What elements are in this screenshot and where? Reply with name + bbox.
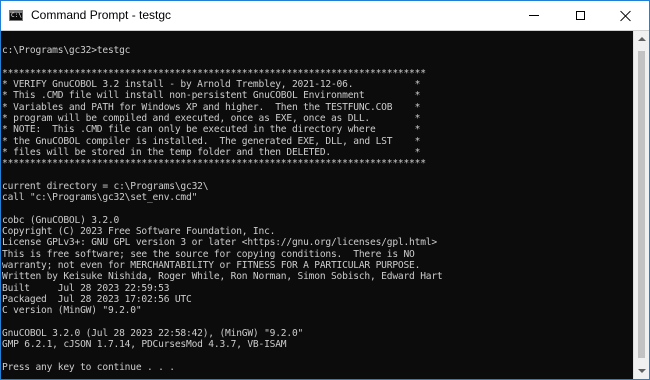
console-line: current directory = c:\Programs\gc32\ <box>2 180 209 192</box>
console-line: Copyright (C) 2023 Free Software Foundat… <box>2 226 276 238</box>
console-line: * the GnuCOBOL compiler is installed. Th… <box>2 135 421 147</box>
console-line: warranty; not even for MERCHANTABILITY o… <box>2 259 421 271</box>
close-icon <box>620 10 632 22</box>
close-button[interactable] <box>603 1 649 30</box>
minimize-icon <box>529 15 539 16</box>
console-line: * This .CMD file will install non-persis… <box>2 90 421 102</box>
console-line: call "c:\Programs\gc32\set_env.cmd" <box>2 192 198 204</box>
minimize-button[interactable] <box>511 1 557 30</box>
console-line: cobc (GnuCOBOL) 3.2.0 <box>2 214 120 226</box>
console-line: * program will be compiled and executed,… <box>2 113 421 125</box>
vertical-scrollbar[interactable] <box>633 31 649 379</box>
console-output[interactable]: c:\Programs\gc32>testgc *****************… <box>1 31 633 379</box>
console-line: Press any key to continue . . . <box>2 361 175 373</box>
console-line: * Variables and PATH for Windows XP and … <box>2 101 421 113</box>
console-line: C version (MinGW) "9.2.0" <box>2 305 142 317</box>
console-line: ****************************************… <box>2 67 426 79</box>
scroll-thumb[interactable] <box>638 51 645 358</box>
console-line: Packaged Jul 28 2023 17:02:56 UTC <box>2 293 192 305</box>
console-line: GnuCOBOL 3.2.0 (Jul 28 2023 22:58:42), (… <box>2 327 304 339</box>
window-title: Command Prompt - testgc <box>31 8 172 22</box>
maximize-icon <box>575 11 585 20</box>
console-line: GMP 6.2.1, cJSON 1.7.14, PDCursesMod 4.3… <box>2 339 287 351</box>
command-prompt-app-icon[interactable]: C:\ <box>9 10 23 21</box>
console-line: License GPLv3+: GNU GPL version 3 or lat… <box>2 237 437 249</box>
console-line: * VERIFY GnuCOBOL 3.2 install - by Arnol… <box>2 79 421 91</box>
console-line: * files will be stored in the temp folde… <box>2 146 421 158</box>
console-line: Built Jul 28 2023 22:59:53 <box>2 282 170 294</box>
console-line: This is free software; see the source fo… <box>2 248 415 260</box>
console-line: * NOTE: This .CMD file can only be execu… <box>2 124 421 136</box>
chevron-down-icon <box>638 369 646 373</box>
console-line: ****************************************… <box>2 158 426 170</box>
chevron-up-icon <box>638 37 646 41</box>
maximize-button[interactable] <box>557 1 603 30</box>
console-line: Written by Keisuke Nishida, Roger While,… <box>2 271 443 283</box>
console-line: c:\Programs\gc32>testgc <box>2 45 131 57</box>
scroll-up-button[interactable] <box>634 31 649 47</box>
command-prompt-window[interactable]: C:\ Command Prompt - testgc c:\Programs\… <box>0 0 650 380</box>
scroll-down-button[interactable] <box>634 363 649 379</box>
title-bar[interactable]: C:\ Command Prompt - testgc <box>1 1 649 31</box>
